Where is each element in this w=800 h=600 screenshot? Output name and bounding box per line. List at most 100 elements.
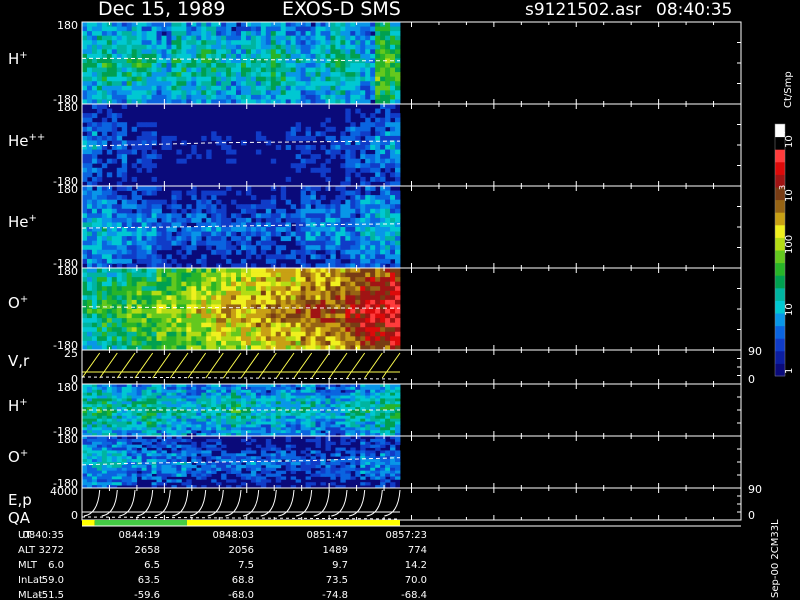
- heatmap-cell: [295, 22, 302, 27]
- heatmap-cell: [171, 72, 177, 78]
- heatmap-cell: [295, 53, 302, 59]
- heatmap-cell: [216, 208, 222, 214]
- heatmap-cell: [275, 313, 282, 319]
- heatmap-cell: [300, 240, 306, 246]
- heatmap-cell: [171, 63, 177, 68]
- heatmap-cell: [325, 290, 331, 296]
- heatmap-cell: [340, 208, 346, 214]
- heatmap-cell: [82, 236, 88, 242]
- heatmap-cell: [181, 309, 187, 314]
- heatmap-cell: [176, 76, 182, 82]
- heatmap-cell: [201, 299, 207, 305]
- heatmap-cell: [270, 309, 277, 314]
- heatmap-cell: [106, 249, 113, 255]
- heatmap-cell: [390, 145, 396, 150]
- heatmap-cell: [146, 94, 152, 100]
- heatmap-cell: [285, 424, 292, 428]
- heatmap-cell: [325, 336, 331, 342]
- heatmap-cell: [365, 268, 371, 273]
- heatmap-cell: [126, 40, 133, 46]
- heatmap-cell: [320, 145, 326, 150]
- heatmap-cell: [206, 430, 212, 434]
- heatmap-cell: [91, 476, 98, 480]
- heatmap-cell: [176, 427, 182, 431]
- heatmap-cell: [325, 295, 331, 301]
- heatmap-cell: [340, 424, 346, 428]
- heatmap-cell: [335, 90, 341, 96]
- heatmap-cell: [221, 424, 227, 428]
- heatmap-cell: [345, 295, 351, 301]
- heatmap-cell: [91, 122, 98, 128]
- heatmap-cell: [330, 22, 336, 27]
- heatmap-cell: [385, 190, 391, 196]
- heatmap-cell: [365, 126, 371, 132]
- heatmap-cell: [355, 108, 361, 114]
- heatmap-cell: [310, 277, 316, 283]
- heatmap-cell: [385, 85, 391, 91]
- heatmap-cell: [151, 286, 157, 292]
- heatmap-cell: [305, 208, 311, 214]
- heatmap-cell: [236, 281, 242, 287]
- heatmap-cell: [151, 22, 157, 27]
- heatmap-cell: [320, 389, 326, 394]
- heatmap-cell: [161, 40, 167, 46]
- heatmap-cell: [106, 415, 113, 420]
- heatmap-cell: [141, 299, 147, 305]
- heatmap-cell: [340, 190, 346, 196]
- heatmap-cell: [290, 404, 297, 408]
- heatmap-cell: [335, 40, 341, 46]
- heatmap-cell: [245, 331, 252, 337]
- heatmap-cell: [146, 467, 152, 472]
- heatmap-cell: [136, 444, 143, 448]
- heatmap-cell: [161, 444, 167, 448]
- heatmap-cell: [191, 26, 197, 32]
- heatmap-cell: [270, 49, 277, 55]
- heatmap-cell: [146, 290, 152, 296]
- heatmap-cell: [300, 336, 306, 342]
- heatmap-cell: [101, 81, 108, 87]
- heatmap-cell: [231, 199, 237, 205]
- heatmap-cell: [330, 295, 336, 301]
- heatmap-cell: [385, 94, 391, 100]
- heatmap-cell: [196, 424, 202, 428]
- heatmap-cell: [221, 331, 227, 337]
- heatmap-cell: [86, 309, 93, 314]
- heatmap-cell: [260, 63, 267, 68]
- heatmap-cell: [196, 277, 202, 283]
- heatmap-cell: [211, 295, 217, 301]
- heatmap-cell: [196, 322, 202, 328]
- heatmap-cell: [111, 444, 118, 448]
- heatmap-cell: [86, 392, 93, 396]
- heatmap-cell: [111, 476, 118, 480]
- heatmap-cell: [265, 398, 272, 402]
- heatmap-cell: [121, 44, 128, 50]
- heatmap-cell: [191, 85, 197, 91]
- heatmap-cell: [340, 145, 346, 150]
- heatmap-cell: [320, 213, 326, 219]
- heatmap-cell: [390, 195, 396, 201]
- heatmap-cell: [151, 31, 157, 37]
- heatmap-cell: [265, 327, 272, 333]
- heatmap-cell: [355, 204, 361, 210]
- heatmap-cell: [350, 231, 356, 237]
- heatmap-cell: [350, 336, 356, 342]
- heatmap-cell: [340, 236, 346, 242]
- heatmap-cell: [375, 94, 381, 100]
- heatmap-cell: [86, 386, 93, 391]
- heatmap-cell: [280, 386, 287, 391]
- heatmap-cell: [151, 322, 157, 328]
- heatmap-cell: [236, 304, 242, 310]
- heatmap-cell: [320, 72, 326, 78]
- heatmap-cell: [116, 85, 123, 91]
- heatmap-cell: [121, 31, 128, 37]
- heatmap-cell: [226, 336, 232, 342]
- heatmap-cell: [146, 401, 152, 405]
- heatmap-cell: [355, 322, 361, 328]
- heatmap-cell: [320, 415, 326, 420]
- heatmap-cell: [141, 470, 147, 474]
- heatmap-cell: [325, 53, 331, 59]
- heatmap-cell: [255, 272, 262, 278]
- heatmap-cell: [106, 76, 113, 82]
- heatmap-cell: [91, 295, 98, 301]
- heatmap-cell: [181, 231, 187, 237]
